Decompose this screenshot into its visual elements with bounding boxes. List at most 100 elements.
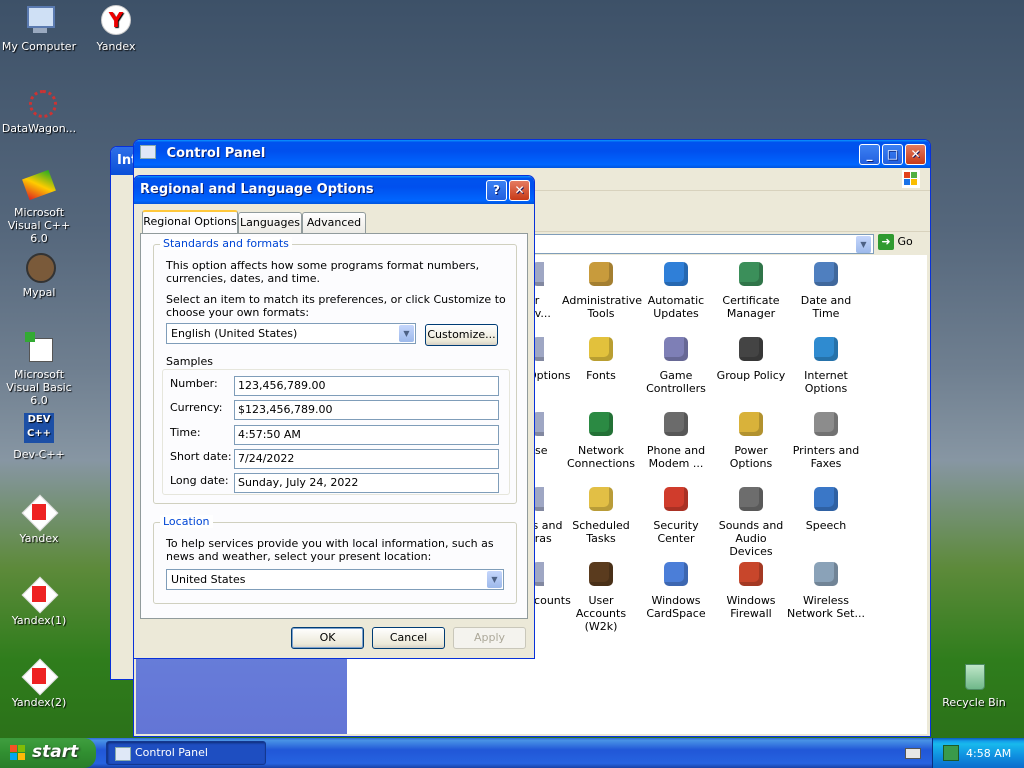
address-input[interactable]	[534, 234, 874, 254]
minimize-button[interactable]: _	[859, 144, 880, 165]
security-center-icon	[660, 483, 692, 515]
control-panel-icon	[115, 747, 131, 761]
tab-advanced[interactable]: Advanced	[302, 212, 366, 233]
cp-item-cardspace[interactable]: Windows CardSpace	[637, 558, 715, 620]
desktop-icon-visual-basic[interactable]: Microsoft Visual Basic 6.0	[0, 332, 78, 407]
cp-item-label: Sounds and Audio Devices	[718, 519, 784, 558]
devcpp-icon: DEV C++	[23, 412, 55, 444]
sample-long-date-value: Sunday, July 24, 2022	[234, 473, 499, 493]
sounds-icon	[735, 483, 767, 515]
tab-languages[interactable]: Languages	[238, 212, 302, 233]
regional-dialog[interactable]: Regional and Language Options ? ✕ Region…	[133, 175, 535, 659]
cp-item-label: Date and Time	[800, 294, 852, 320]
apply-button[interactable]: Apply	[453, 627, 526, 649]
dialog-close-button[interactable]: ✕	[509, 180, 530, 201]
go-button[interactable]: ➜ Go	[878, 234, 922, 252]
cp-item-user-accounts[interactable]: User Accounts (W2k)	[562, 558, 640, 633]
cp-item-phone-modem[interactable]: Phone and Modem ...	[637, 408, 715, 470]
cp-item-label: Game Controllers	[646, 369, 706, 395]
cancel-button[interactable]: Cancel	[372, 627, 445, 649]
chevron-down-icon: ▼	[487, 571, 502, 588]
desktop-icon-my-computer[interactable]: My Computer	[0, 4, 78, 53]
tab-panel: Standards and formats This option affect…	[140, 233, 528, 619]
cp-item-scheduled-tasks[interactable]: Scheduled Tasks	[562, 483, 640, 545]
network-tray-icon[interactable]	[943, 745, 959, 761]
windows-logo-icon	[10, 745, 26, 761]
automatic-updates-icon	[660, 258, 692, 290]
dialog-title: Regional and Language Options	[140, 182, 374, 197]
format-select[interactable]: English (United States) ▼	[166, 323, 416, 344]
cp-item-certificate[interactable]: Certificate Manager	[712, 258, 790, 320]
cp-item-firewall[interactable]: Windows Firewall	[712, 558, 790, 620]
recycle-bin-icon	[958, 660, 990, 692]
game-controllers-icon	[660, 333, 692, 365]
go-label: Go	[897, 235, 913, 248]
cp-item-label: Group Policy	[716, 369, 786, 382]
cp-item-admin-tools[interactable]: Administrative Tools	[562, 258, 642, 320]
location-select-value: United States	[171, 573, 246, 586]
sample-short-date-value: 7/24/2022	[234, 449, 499, 469]
desktop-icon-datawagon[interactable]: DataWagon...	[0, 86, 78, 135]
ok-button[interactable]: OK	[291, 627, 364, 649]
datawagon-icon	[23, 86, 57, 118]
cp-item-game-controllers[interactable]: Game Controllers	[637, 333, 715, 395]
cp-item-power-options[interactable]: Power Options	[712, 408, 790, 470]
group-policy-icon	[735, 333, 767, 365]
standards-group-label: Standards and formats	[160, 237, 292, 250]
cp-item-automatic-updates[interactable]: Automatic Updates	[637, 258, 715, 320]
yandex-icon	[21, 658, 59, 696]
customize-button[interactable]: Customize...	[425, 324, 498, 346]
chevron-down-icon: ▼	[399, 325, 414, 342]
sample-long-date-label: Long date:	[170, 474, 229, 487]
cp-item-group-policy[interactable]: Group Policy	[712, 333, 790, 382]
desktop-icon-yandex-2b[interactable]: Yandex(2)	[0, 658, 78, 709]
cp-item-sounds[interactable]: Sounds and Audio Devices	[712, 483, 790, 558]
start-button[interactable]: start	[0, 738, 96, 768]
cp-item-label: Network Connections	[567, 444, 635, 470]
go-arrow-icon: ➜	[878, 234, 894, 250]
window-title: Control Panel	[166, 146, 266, 161]
desktop-icon-recycle-bin[interactable]: Recycle Bin	[935, 660, 1013, 709]
cp-item-internet-options[interactable]: Internet Options	[787, 333, 865, 395]
cp-item-label: Speech	[805, 519, 847, 532]
visual-basic-icon	[23, 332, 55, 364]
network-icon	[585, 408, 617, 440]
cp-item-wireless[interactable]: Wireless Network Set...	[787, 558, 865, 620]
desktop-icon-yandex[interactable]: Y Yandex	[77, 4, 155, 53]
tab-regional-options[interactable]: Regional Options	[142, 210, 238, 234]
cp-item-security-center[interactable]: Security Center	[637, 483, 715, 545]
close-button[interactable]: ✕	[905, 144, 926, 165]
keyboard-icon[interactable]	[905, 748, 921, 759]
sample-currency-value: $123,456,789.00	[234, 400, 499, 420]
yandex-icon	[21, 576, 59, 614]
cp-item-speech[interactable]: Speech	[787, 483, 865, 532]
cp-item-label: Scheduled Tasks	[572, 519, 630, 545]
wireless-icon	[810, 558, 842, 590]
cp-item-network[interactable]: Network Connections	[562, 408, 640, 470]
cp-item-printers[interactable]: Printers and Faxes	[787, 408, 865, 470]
dialog-titlebar[interactable]: Regional and Language Options ? ✕	[134, 176, 534, 204]
desktop-icon-visual-cpp[interactable]: Microsoft Visual C++ 6.0	[0, 169, 78, 245]
taskbar-button-control-panel[interactable]: Control Panel	[106, 741, 266, 765]
control-panel-titlebar[interactable]: Control Panel _ □ ✕	[134, 140, 930, 168]
maximize-button[interactable]: □	[882, 144, 903, 165]
location-select[interactable]: United States ▼	[166, 569, 504, 590]
internet-options-icon	[810, 333, 842, 365]
cp-item-label: Fonts	[586, 369, 616, 382]
address-dropdown[interactable]: ▼	[856, 236, 871, 253]
cp-item-label: User Accounts (W2k)	[575, 594, 627, 633]
fonts-icon	[585, 333, 617, 365]
desktop-icon-yandex-2[interactable]: Yandex	[0, 494, 78, 545]
cp-item-label: Phone and Modem ...	[646, 444, 706, 470]
cp-item-label: Automatic Updates	[647, 294, 705, 320]
cp-item-date-time[interactable]: Date and Time	[787, 258, 865, 320]
printers-icon	[810, 408, 842, 440]
desktop-icon-mypal[interactable]: Mypal	[0, 250, 78, 299]
desktop-icon-devcpp[interactable]: DEV C++ Dev-C++	[0, 412, 78, 461]
sample-currency-label: Currency:	[170, 401, 223, 414]
desktop-icon-yandex-1[interactable]: Yandex(1)	[0, 576, 78, 627]
location-group: Location To help services provide you wi…	[153, 515, 517, 604]
cp-item-label: Internet Options	[804, 369, 848, 395]
help-button[interactable]: ?	[486, 180, 507, 201]
cp-item-fonts[interactable]: Fonts	[562, 333, 640, 382]
